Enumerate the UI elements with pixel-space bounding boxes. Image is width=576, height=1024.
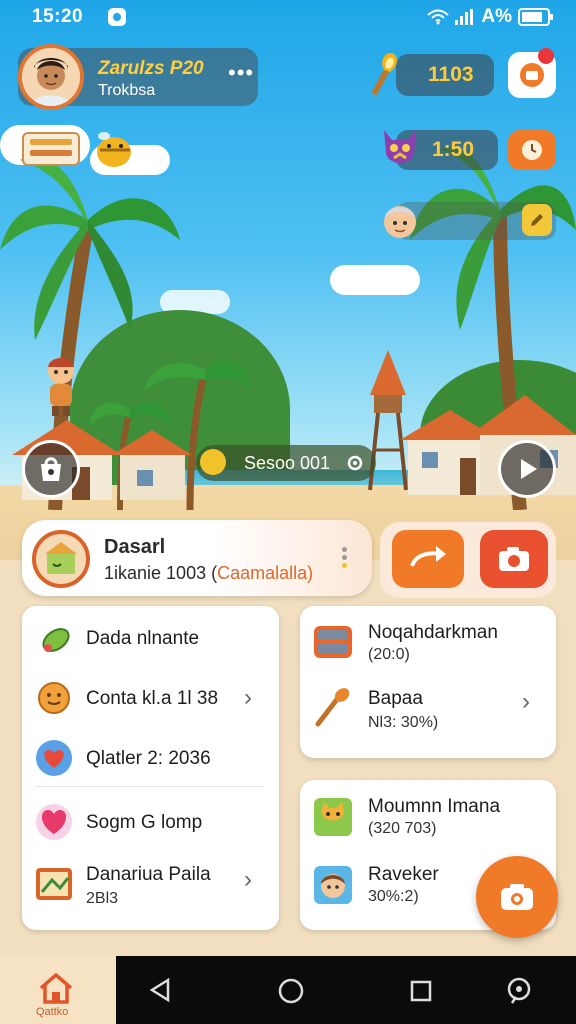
battery-icon bbox=[518, 8, 553, 26]
divider bbox=[36, 786, 264, 787]
gift-icon bbox=[520, 63, 544, 87]
list-item[interactable]: Moumnn Imana (320 703) bbox=[300, 786, 556, 850]
grandma-avatar-icon[interactable] bbox=[380, 198, 420, 242]
item-sub: Nl3: 30%) bbox=[368, 714, 439, 731]
status-time: 15:20 bbox=[32, 6, 84, 27]
profile-title: Dasarl bbox=[104, 536, 166, 558]
battery-text: A% bbox=[481, 6, 512, 27]
cat-icon bbox=[314, 798, 352, 836]
profile-subtitle: 1ikanie 1003 (Caamalalla) bbox=[104, 563, 313, 584]
nav-home-label: Qattko bbox=[36, 1006, 69, 1018]
cookie-icon bbox=[38, 682, 70, 714]
clock-icon bbox=[522, 140, 542, 160]
profile-subtitle-highlight: Caamalalla) bbox=[217, 563, 314, 583]
share-arrow-icon bbox=[410, 546, 446, 567]
face-icon bbox=[314, 866, 352, 904]
play-button[interactable] bbox=[498, 440, 556, 498]
player-subtitle: Trokbsa bbox=[98, 82, 156, 99]
list-item[interactable]: Conta kl.a 1l 38 › bbox=[22, 670, 279, 726]
timer-value: 1:50 bbox=[432, 138, 475, 161]
signal-icon bbox=[455, 9, 474, 25]
house-icon bbox=[45, 542, 77, 574]
location-pin-icon bbox=[200, 449, 226, 475]
item-sub: (20:0) bbox=[368, 646, 410, 663]
chevron-right-icon[interactable]: › bbox=[244, 684, 252, 712]
play-icon bbox=[521, 459, 537, 479]
tokens-value: 1103 bbox=[428, 63, 474, 86]
profile-subtitle-main: 1ikanie 1003 ( bbox=[104, 563, 218, 583]
item-label: Bapaa bbox=[368, 688, 423, 709]
camera-fab[interactable] bbox=[476, 856, 558, 938]
notification-badge bbox=[538, 48, 554, 64]
player-avatar[interactable] bbox=[18, 44, 84, 110]
item-label: Dada nlnante bbox=[86, 628, 200, 649]
item-label: Sogm G lomp bbox=[86, 812, 203, 833]
back-icon[interactable] bbox=[148, 978, 172, 1002]
house-avatar[interactable] bbox=[32, 530, 90, 588]
item-label: Raveker bbox=[368, 864, 439, 885]
edit-button[interactable] bbox=[522, 204, 552, 236]
camera-icon bbox=[501, 884, 533, 910]
item-label: Qlatler 2: 2036 bbox=[86, 748, 211, 769]
share-button[interactable] bbox=[392, 530, 464, 588]
search-icon[interactable] bbox=[504, 976, 534, 1006]
list-item[interactable]: Bapaa Nl3: 30%) › bbox=[300, 676, 556, 740]
status-icons: A% bbox=[427, 6, 554, 28]
item-label: Noqahdarkman bbox=[368, 622, 498, 643]
shop-bag-icon bbox=[41, 457, 61, 481]
recents-icon[interactable] bbox=[410, 980, 432, 1002]
shop-button[interactable] bbox=[22, 440, 80, 498]
item-label: Conta kl.a 1l 38 bbox=[86, 688, 219, 709]
item-sub: 2Bl3 bbox=[86, 890, 119, 907]
system-nav-bar bbox=[116, 956, 576, 1024]
camera-button[interactable] bbox=[480, 530, 548, 588]
more-vertical-icon[interactable] bbox=[340, 544, 348, 578]
more-options-icon[interactable]: ••• bbox=[228, 60, 254, 86]
home-icon bbox=[39, 973, 73, 1004]
heart-icon bbox=[36, 740, 72, 776]
picture-icon bbox=[36, 868, 72, 900]
home-circle-icon[interactable] bbox=[278, 978, 304, 1004]
location-label: Sesoo 001 bbox=[244, 453, 331, 473]
item-sub: 30%:2) bbox=[368, 888, 419, 905]
npc-character[interactable] bbox=[36, 355, 86, 417]
list-item[interactable]: Sogm G lomp bbox=[22, 794, 279, 850]
chest-icon bbox=[314, 626, 352, 658]
settings-gear-icon[interactable] bbox=[346, 454, 364, 472]
torch-icon bbox=[371, 52, 397, 96]
clock-button[interactable] bbox=[508, 130, 556, 170]
notification-icon bbox=[108, 8, 126, 26]
list-item[interactable]: Noqahdarkman (20:0) bbox=[300, 612, 556, 676]
chevron-right-icon[interactable]: › bbox=[522, 688, 530, 716]
item-sub: (320 703) bbox=[368, 820, 437, 837]
avatar-face-icon bbox=[22, 48, 80, 106]
wifi-icon bbox=[427, 9, 450, 25]
candy-icon bbox=[42, 628, 70, 652]
chevron-right-icon[interactable]: › bbox=[244, 866, 252, 894]
player-name: Zarulzs P20 bbox=[98, 58, 204, 79]
camera-icon bbox=[499, 547, 529, 571]
list-item[interactable]: Danariua Paila 2Bl3 › bbox=[22, 854, 279, 920]
nav-home-tab[interactable]: Qattko bbox=[0, 956, 116, 1024]
pencil-icon bbox=[531, 214, 543, 226]
notice-board-icon[interactable] bbox=[22, 132, 80, 166]
item-label: Moumnn Imana bbox=[368, 796, 501, 817]
list-item[interactable]: Qlatler 2: 2036 bbox=[22, 730, 279, 786]
item-label: Danariua Paila bbox=[86, 864, 211, 885]
torch-icon bbox=[315, 688, 350, 727]
demon-mask-icon bbox=[384, 130, 416, 163]
list-item[interactable]: Dada nlnante bbox=[22, 612, 279, 664]
bee-mascot-icon[interactable] bbox=[94, 130, 136, 170]
heart-pink-icon bbox=[36, 804, 72, 840]
